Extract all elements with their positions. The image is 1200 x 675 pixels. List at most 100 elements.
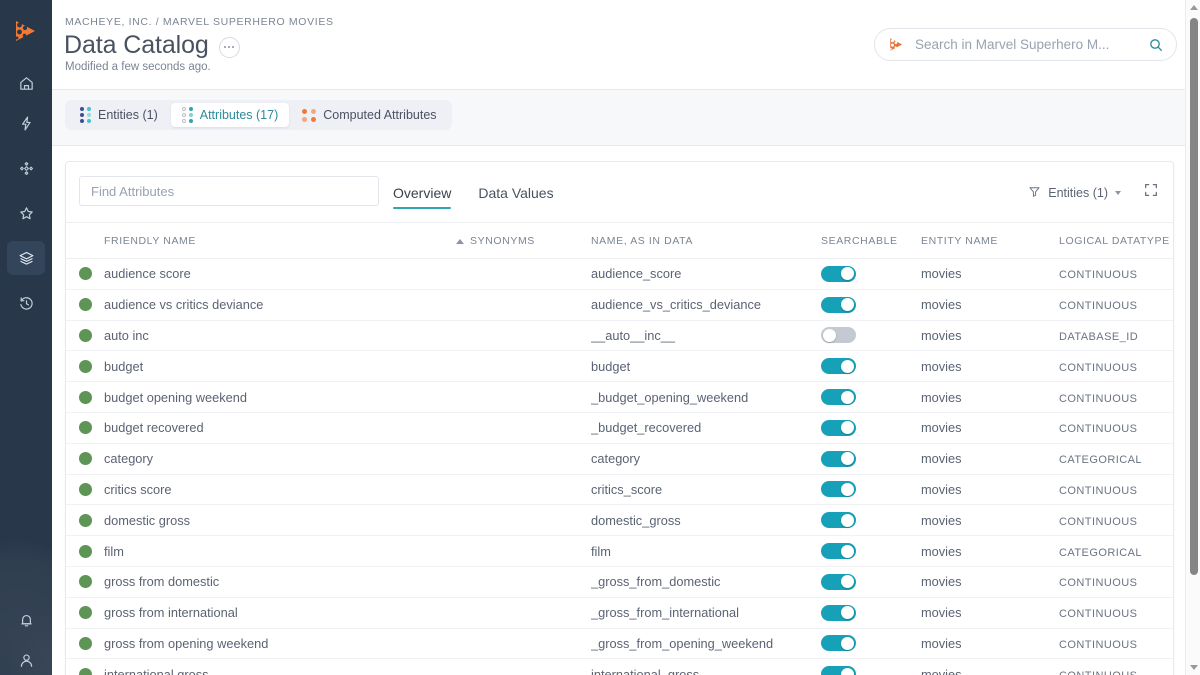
table-row[interactable]: audience score audience_score movies CONTIN… — [66, 258, 1173, 290]
sidebar-item-data-catalog[interactable] — [7, 241, 45, 275]
row-status-cell — [66, 504, 104, 537]
searchable-toggle[interactable] — [821, 666, 856, 675]
searchable-toggle[interactable] — [821, 543, 856, 560]
cell-friendly-name-text: international gross — [104, 666, 209, 675]
col-logical-datatype[interactable]: LOGICAL DATATYPE — [1059, 223, 1173, 259]
scrollbar-down-button[interactable] — [1186, 660, 1200, 675]
col-friendly-name[interactable]: FRIENDLY NAME — [104, 223, 456, 259]
searchable-toggle[interactable] — [821, 327, 856, 344]
search-input[interactable]: Search in Marvel Superhero M... — [915, 37, 1148, 52]
cell-name-as-in-data-text: __auto__inc__ — [591, 327, 675, 343]
cell-searchable — [821, 443, 921, 475]
status-dot-green — [79, 482, 92, 496]
col-name-as-in-data-label: NAME, AS IN DATA — [591, 235, 693, 247]
cell-searchable — [821, 289, 921, 321]
cell-synonyms — [456, 350, 591, 383]
cell-logical-datatype: CONTINUOUS — [1059, 289, 1173, 321]
col-name-as-in-data[interactable]: NAME, AS IN DATA — [591, 223, 821, 259]
sidebar-item-explore[interactable] — [7, 151, 45, 185]
cell-logical-datatype-text: CONTINUOUS — [1059, 577, 1138, 590]
cell-logical-datatype-text: CATEGORICAL — [1059, 454, 1142, 467]
expand-fullscreen-button[interactable] — [1143, 182, 1159, 203]
table-row[interactable]: critics score critics_score movies CONTINUO… — [66, 474, 1173, 506]
cell-friendly-name: critics score — [104, 474, 456, 506]
searchable-toggle[interactable] — [821, 635, 856, 652]
cell-searchable — [821, 350, 921, 383]
status-dot-green — [79, 667, 92, 675]
tab-overview[interactable]: Overview — [393, 162, 452, 223]
searchable-toggle[interactable] — [821, 265, 856, 282]
cell-logical-datatype-text: CONTINUOUS — [1059, 361, 1138, 374]
cell-entity-name-text: movies — [921, 666, 962, 675]
tab-data-values[interactable]: Data Values — [478, 162, 553, 223]
cell-synonyms — [456, 289, 591, 321]
status-dot-green — [79, 513, 92, 527]
scrollbar-up-button[interactable] — [1186, 0, 1200, 15]
cell-logical-datatype: CONTINUOUS — [1059, 597, 1173, 629]
sidebar-item-insights[interactable] — [7, 106, 45, 140]
sidebar-item-notifications[interactable] — [7, 603, 45, 637]
table-row[interactable]: gross from international _gross_from_inte… — [66, 597, 1173, 629]
cell-synonyms — [456, 504, 591, 537]
cell-friendly-name: audience vs critics deviance — [104, 289, 456, 321]
user-icon — [20, 653, 32, 667]
col-status — [66, 223, 104, 259]
table-row[interactable]: filmfilmmoviesCATEGORICALSTRING — [66, 535, 1173, 567]
cell-name-as-in-data-text: _gross_from_domestic — [591, 574, 721, 590]
searchable-toggle[interactable] — [821, 604, 856, 621]
cell-name-as-in-data: _gross_from_international — [591, 597, 821, 629]
find-attributes-placeholder: Find Attributes — [91, 183, 175, 199]
tab-computed-attributes[interactable]: Computed Attributes — [291, 103, 447, 127]
searchable-toggle[interactable] — [821, 358, 856, 375]
searchable-toggle[interactable] — [821, 389, 856, 406]
table-row[interactable]: auto inc__auto__inc__moviesDATABASE_IDNU… — [66, 320, 1173, 352]
tab-entities[interactable]: Entities (1) — [69, 103, 169, 127]
toggle-knob — [841, 390, 854, 404]
searchable-toggle[interactable] — [821, 419, 856, 436]
dot-grid-attributes-icon — [181, 107, 193, 123]
table-row[interactable]: domestic gross domestic_gross movies CONTIN… — [66, 504, 1173, 537]
cell-entity-name-text: movies — [921, 420, 962, 436]
table-row[interactable]: gross from domestic _gross_from_domestic m… — [66, 566, 1173, 598]
searchable-toggle[interactable] — [821, 450, 856, 467]
more-options-button[interactable] — [218, 36, 240, 58]
scrollbar-thumb[interactable] — [1189, 18, 1198, 575]
global-search-box[interactable]: Search in Marvel Superhero M... — [874, 28, 1177, 61]
sidebar-item-history[interactable] — [7, 286, 45, 320]
status-dot-green — [79, 421, 92, 435]
sidebar-item-home[interactable] — [7, 66, 45, 100]
table-row[interactable]: budgetbudgetmoviesCONTINUOUSCURRENCY — [66, 350, 1173, 383]
table-row[interactable]: audience vs critics deviance audience_vs_… — [66, 289, 1173, 321]
searchable-toggle[interactable] — [821, 573, 856, 590]
table-row[interactable]: categorycategorymoviesCATEGORICALSTRING — [66, 443, 1173, 475]
searchable-toggle[interactable] — [821, 512, 856, 529]
search-icon[interactable] — [1148, 37, 1164, 53]
find-attributes-input[interactable]: Find Attributes — [79, 176, 379, 206]
entities-filter-dropdown[interactable]: Entities (1) — [1028, 185, 1121, 201]
cell-logical-datatype-text: CONTINUOUS — [1059, 392, 1138, 405]
cell-friendly-name: budget opening weekend — [104, 381, 456, 413]
table-row[interactable]: international gross international_gross mo… — [66, 658, 1173, 675]
breadcrumb[interactable]: MACHEYE, INC. / MARVEL SUPERHERO MOVIES — [65, 16, 334, 28]
sidebar-item-account[interactable] — [7, 643, 45, 675]
table-row[interactable]: gross from opening weekend _gross_from_op… — [66, 628, 1173, 660]
searchable-toggle[interactable] — [821, 296, 856, 313]
cell-friendly-name: film — [104, 535, 456, 567]
home-icon — [19, 76, 33, 90]
cell-entity-name: movies — [921, 504, 1059, 537]
tab-attributes[interactable]: Attributes (17) — [170, 103, 290, 127]
macheye-logo[interactable] — [0, 14, 52, 48]
sidebar-item-favorites[interactable] — [7, 196, 45, 230]
table-row[interactable]: budget opening weekend _budget_opening_we… — [66, 381, 1173, 413]
col-entity-name[interactable]: ENTITY NAME — [921, 223, 1059, 259]
col-searchable[interactable]: SEARCHABLE — [821, 223, 921, 259]
table-row[interactable]: budget recovered _budget_recovered movies C… — [66, 412, 1173, 444]
toggle-knob — [841, 267, 854, 281]
page-scrollbar[interactable] — [1185, 0, 1200, 675]
searchable-toggle[interactable] — [821, 481, 856, 498]
clock-history-icon — [19, 296, 33, 310]
cell-logical-datatype-text: CONTINUOUS — [1059, 300, 1138, 313]
col-synonyms[interactable]: SYNONYMS — [456, 223, 591, 259]
status-dot-green — [79, 606, 92, 620]
app-root: MACHEYE, INC. / MARVEL SUPERHERO MOVIES … — [0, 0, 1200, 675]
